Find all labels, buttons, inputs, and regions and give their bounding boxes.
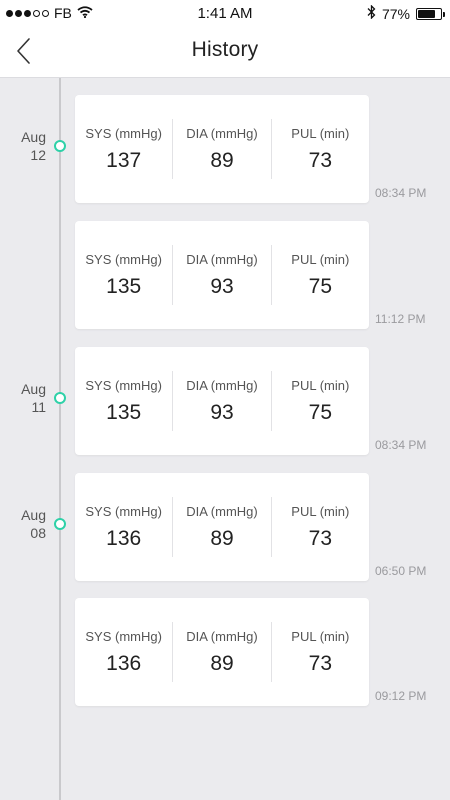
pul-column: PUL (min) 73	[270, 497, 369, 557]
history-entry: SYS (mmHg) 135 DIA (mmHg) 93 PUL (min) 75 11:1…	[0, 221, 450, 329]
pul-column: PUL (min) 73	[270, 622, 369, 682]
sys-value: 136	[106, 651, 142, 675]
entry-time: 06:50 PM	[375, 564, 427, 578]
pul-column: PUL (min) 73	[270, 119, 369, 179]
dia-value: 89	[210, 526, 234, 550]
pul-value: 73	[308, 526, 332, 550]
nav-bar: History	[0, 26, 450, 78]
entry-time: 09:12 PM	[375, 689, 427, 703]
sys-column: SYS (mmHg) 135	[75, 245, 172, 305]
dia-label: DIA (mmHg)	[186, 125, 258, 141]
dia-column: DIA (mmHg) 93	[172, 245, 270, 305]
pul-label: PUL (min)	[291, 503, 350, 519]
pul-value: 73	[308, 651, 332, 675]
sys-label: SYS (mmHg)	[85, 125, 162, 141]
history-entry: Aug 11 SYS (mmHg) 135 DIA (mmHg) 93 PUL (min) 7…	[0, 347, 450, 455]
entry-time: 08:34 PM	[375, 186, 427, 200]
entry-date-month: Aug	[21, 507, 46, 523]
timeline-dot	[54, 392, 66, 404]
sys-label: SYS (mmHg)	[85, 251, 162, 267]
dia-column: DIA (mmHg) 93	[172, 371, 270, 431]
sys-column: SYS (mmHg) 136	[75, 497, 172, 557]
pul-value: 73	[308, 148, 332, 172]
measurement-card[interactable]: SYS (mmHg) 136 DIA (mmHg) 89 PUL (min) 73	[75, 598, 369, 706]
status-bar: FB 1:41 AM 77%	[0, 0, 450, 26]
entry-date: Aug 12	[10, 128, 46, 164]
pul-label: PUL (min)	[291, 628, 350, 644]
measurement-card[interactable]: SYS (mmHg) 137 DIA (mmHg) 89 PUL (min) 73	[75, 95, 369, 203]
pul-column: PUL (min) 75	[270, 371, 369, 431]
battery-percent: 77%	[381, 5, 410, 22]
battery-icon	[416, 7, 445, 20]
history-timeline: Aug 12 SYS (mmHg) 137 DIA (mmHg) 89 PUL (min) 7…	[0, 78, 450, 800]
dia-column: DIA (mmHg) 89	[172, 622, 270, 682]
sys-label: SYS (mmHg)	[85, 503, 162, 519]
sys-value: 135	[106, 274, 142, 298]
page-title: History	[191, 38, 259, 61]
dia-value: 89	[210, 148, 234, 172]
dia-label: DIA (mmHg)	[186, 377, 258, 393]
dia-label: DIA (mmHg)	[186, 503, 258, 519]
sys-value: 137	[106, 148, 142, 172]
history-entry: SYS (mmHg) 136 DIA (mmHg) 89 PUL (min) 73 09:1…	[0, 598, 450, 706]
measurement-card[interactable]: SYS (mmHg) 136 DIA (mmHg) 89 PUL (min) 73	[75, 473, 369, 581]
dia-column: DIA (mmHg) 89	[172, 497, 270, 557]
sys-column: SYS (mmHg) 136	[75, 622, 172, 682]
entry-date-day: 12	[30, 147, 46, 163]
sys-value: 136	[106, 526, 142, 550]
entry-date-day: 08	[30, 525, 46, 541]
sys-value: 135	[106, 400, 142, 424]
pul-label: PUL (min)	[291, 251, 350, 267]
sys-label: SYS (mmHg)	[85, 628, 162, 644]
measurement-card[interactable]: SYS (mmHg) 135 DIA (mmHg) 93 PUL (min) 75	[75, 347, 369, 455]
entry-time: 08:34 PM	[375, 438, 427, 452]
dia-value: 93	[210, 274, 234, 298]
pul-column: PUL (min) 75	[270, 245, 369, 305]
dia-label: DIA (mmHg)	[186, 628, 258, 644]
measurement-card[interactable]: SYS (mmHg) 135 DIA (mmHg) 93 PUL (min) 75	[75, 221, 369, 329]
entry-time: 11:12 PM	[375, 312, 426, 326]
timeline-dot	[54, 140, 66, 152]
pul-label: PUL (min)	[291, 377, 350, 393]
entry-date-month: Aug	[21, 381, 46, 397]
pul-label: PUL (min)	[291, 125, 350, 141]
dia-value: 89	[210, 651, 234, 675]
history-entry: Aug 08 SYS (mmHg) 136 DIA (mmHg) 89 PUL (min) 7…	[0, 473, 450, 581]
history-entry: Aug 12 SYS (mmHg) 137 DIA (mmHg) 89 PUL (min) 7…	[0, 95, 450, 203]
status-right: 77%	[367, 4, 445, 22]
pul-value: 75	[308, 274, 332, 298]
entry-date-month: Aug	[21, 129, 46, 145]
timeline-dot	[54, 518, 66, 530]
pul-value: 75	[308, 400, 332, 424]
sys-column: SYS (mmHg) 135	[75, 371, 172, 431]
sys-column: SYS (mmHg) 137	[75, 119, 172, 179]
dia-value: 93	[210, 400, 234, 424]
bluetooth-icon	[367, 4, 376, 22]
dia-label: DIA (mmHg)	[186, 251, 258, 267]
entry-date-day: 11	[31, 399, 46, 415]
sys-label: SYS (mmHg)	[85, 377, 162, 393]
entry-date: Aug 08	[10, 506, 46, 542]
dia-column: DIA (mmHg) 89	[172, 119, 270, 179]
entry-date: Aug 11	[10, 380, 46, 416]
